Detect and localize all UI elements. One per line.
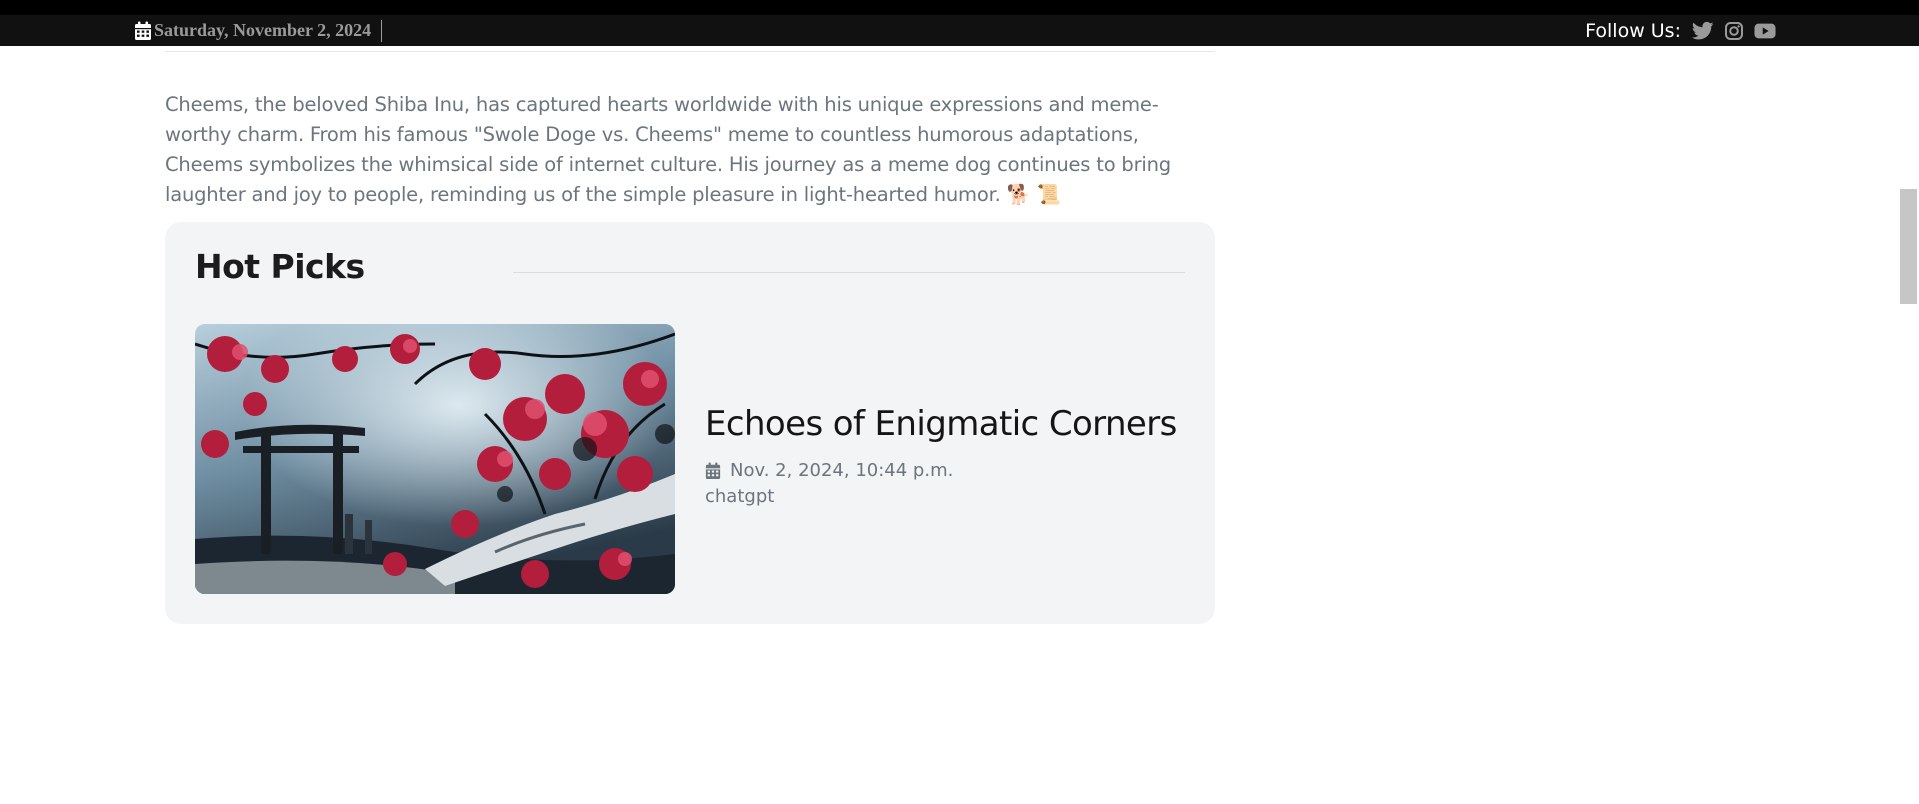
- youtube-icon[interactable]: [1754, 21, 1776, 41]
- hot-pick-author: chatgpt: [705, 486, 775, 507]
- follow-label: Follow Us:: [1585, 19, 1681, 42]
- follow-us: Follow Us:: [1585, 19, 1776, 42]
- hot-pick-date: Nov. 2, 2024, 10:44 p.m.: [705, 460, 953, 481]
- hot-pick-date-text: Nov. 2, 2024, 10:44 p.m.: [730, 460, 954, 481]
- article-paragraph: Cheems, the beloved Shiba Inu, has captu…: [165, 92, 1171, 206]
- scrollbar-thumb[interactable]: [1900, 189, 1917, 304]
- article-divider: [165, 51, 1215, 52]
- top-strip: [0, 0, 1919, 15]
- hot-pick-image[interactable]: [195, 324, 675, 594]
- twitter-icon[interactable]: [1691, 21, 1714, 41]
- calendar-icon: [705, 462, 721, 480]
- hot-picks-section: Hot Picks Echoes of Enigmatic Corners No…: [165, 222, 1215, 624]
- hot-pick-title[interactable]: Echoes of Enigmatic Corners: [705, 404, 1177, 444]
- hot-picks-title: Hot Picks: [195, 247, 365, 286]
- top-bar: Saturday, November 2, 2024 Follow Us:: [0, 15, 1919, 46]
- calendar-icon: [134, 21, 152, 41]
- divider: [381, 19, 383, 42]
- current-date: Saturday, November 2, 2024: [154, 20, 372, 40]
- hot-picks-rule: [513, 272, 1185, 273]
- instagram-icon[interactable]: [1723, 21, 1745, 41]
- date-display: Saturday, November 2, 2024: [134, 19, 383, 42]
